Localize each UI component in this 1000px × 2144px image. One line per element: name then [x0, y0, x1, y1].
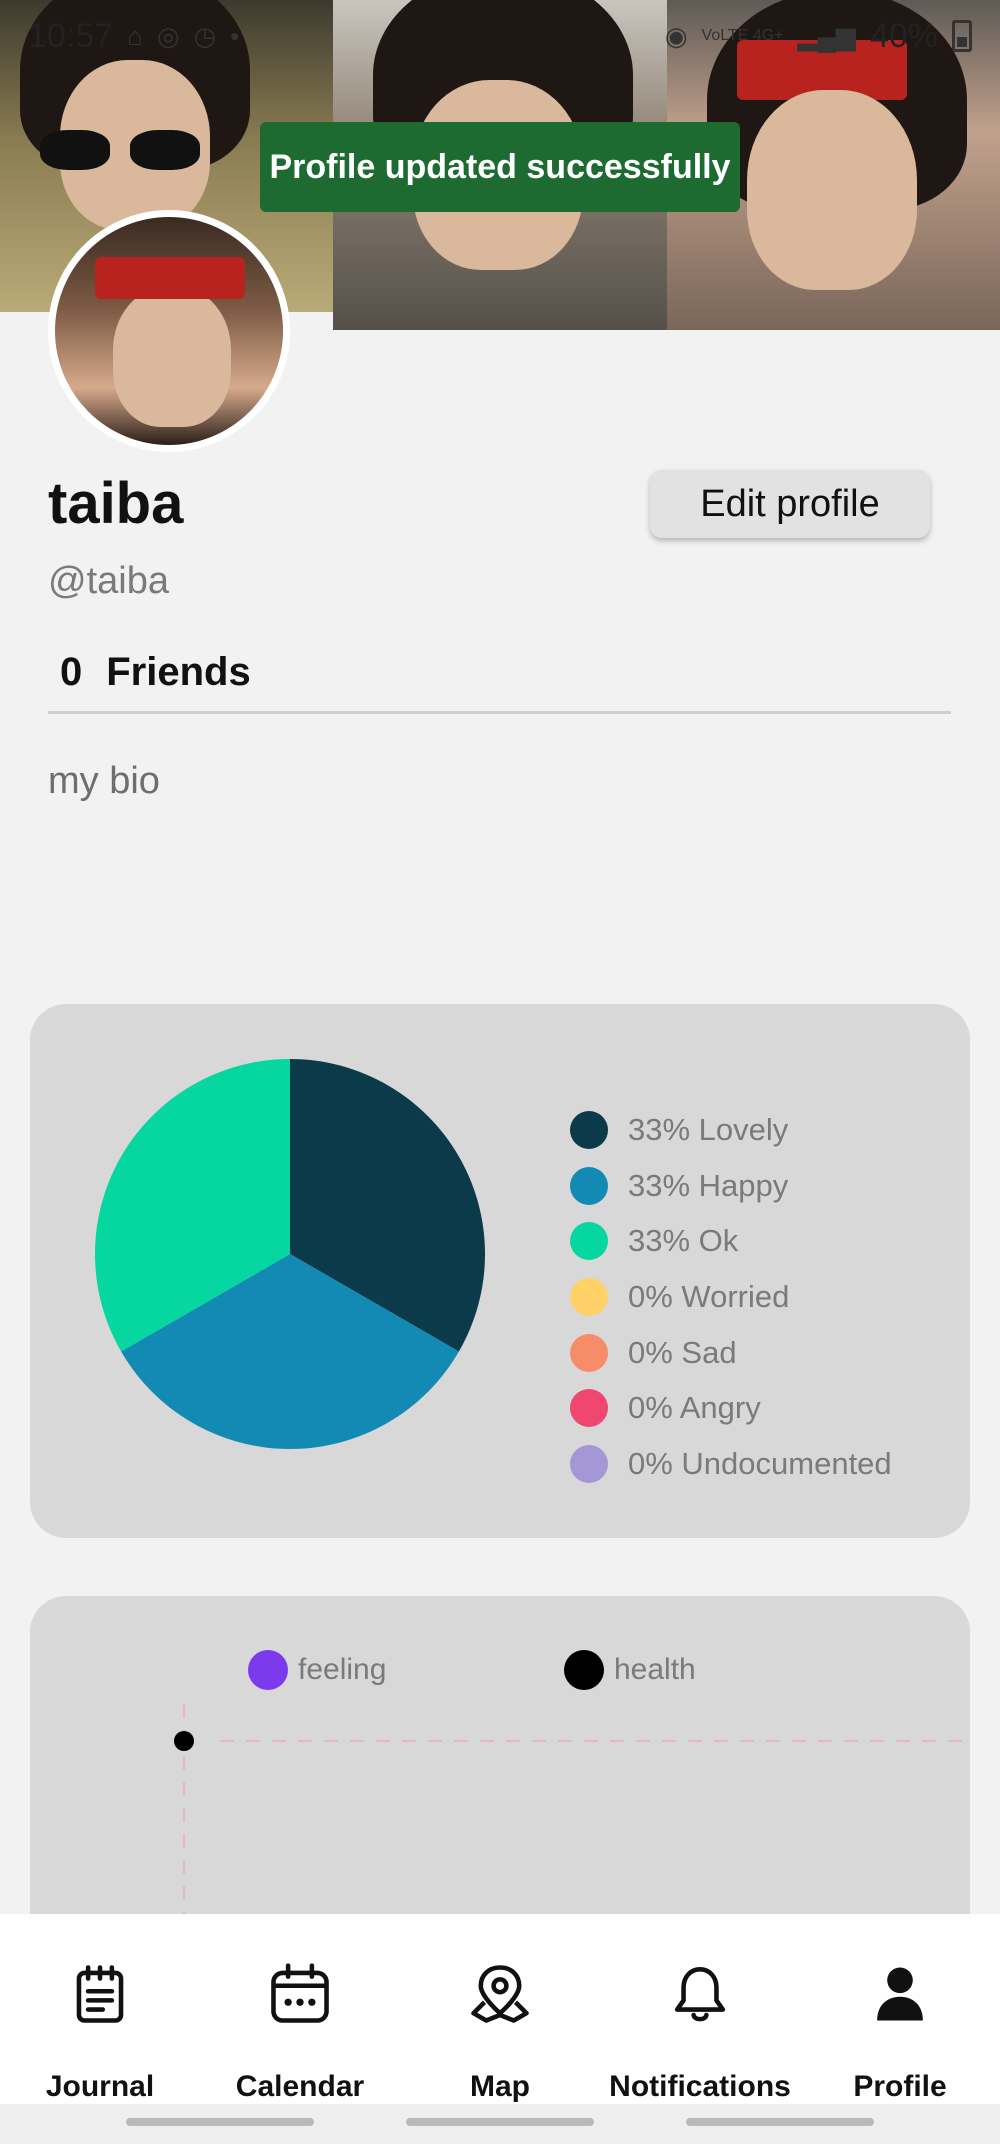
profile-bio: my bio	[48, 760, 160, 802]
legend-label: 33% Lovely	[628, 1111, 789, 1147]
person-icon	[877, 1967, 923, 2021]
nav-calendar[interactable]: Calendar	[200, 1914, 400, 2104]
nav-map[interactable]: Map	[400, 1914, 600, 2104]
legend-label: 0% Undocumented	[628, 1445, 892, 1481]
gesture-pill-left	[126, 2118, 314, 2126]
friends-label: Friends	[106, 650, 251, 694]
nav-journal-label: Journal	[45, 2070, 155, 2103]
legend-label: 0% Sad	[628, 1334, 737, 1370]
legend-dot	[570, 1333, 608, 1372]
avatar[interactable]	[48, 210, 290, 452]
mood-legend: 33% Lovely 33% Happy 33% Ok 0% Worried 0% Sa…	[570, 1102, 892, 1492]
nav-calendar-label: Calendar	[235, 2070, 365, 2103]
calendar-icon	[271, 1963, 329, 2023]
mood-pie-card: 33% Lovely 33% Happy 33% Ok 0% Worried 0% Sa…	[30, 1004, 970, 1538]
legend-item: 33% Lovely	[570, 1102, 892, 1158]
nav-profile[interactable]: Profile	[800, 1914, 1000, 2104]
friends-count-link[interactable]: 0 Friends	[60, 650, 251, 695]
health-data-point	[174, 1731, 194, 1751]
battery-icon	[952, 20, 972, 52]
legend-dot	[570, 1389, 608, 1428]
status-bar: 10:57 ⌂ ◎ ◷ • ◉ VoLTE 4G+ ▂▄▆ 40%	[0, 0, 1000, 72]
network-label: VoLTE 4G+	[701, 27, 784, 44]
bell-icon	[674, 1967, 726, 2022]
signal-icon: ▂▄▆	[797, 20, 856, 51]
bottom-nav: Journal Calendar Map Notifications Profi…	[0, 1914, 1000, 2104]
nav-map-label: Map	[470, 2070, 530, 2103]
divider	[48, 711, 951, 714]
gesture-pill-right	[686, 2118, 874, 2126]
legend-label: 0% Angry	[628, 1390, 761, 1426]
legend-item: 33% Ok	[570, 1213, 892, 1269]
legend-label: 0% Worried	[628, 1278, 790, 1314]
legend-item: 0% Worried	[570, 1269, 892, 1325]
legend-dot	[570, 1444, 608, 1483]
map-pin-icon	[471, 1965, 529, 2023]
legend-label: 33% Happy	[628, 1167, 789, 1203]
legend-item: 33% Happy	[570, 1158, 892, 1214]
nav-journal[interactable]: Journal	[0, 1914, 200, 2104]
profile-handle: @taiba	[48, 560, 169, 602]
success-toast: Profile updated successfully	[260, 122, 740, 212]
legend-item: 0% Angry	[570, 1380, 892, 1436]
legend-dot	[570, 1110, 608, 1149]
journal-icon	[76, 1965, 124, 2023]
profile-name: taiba	[48, 471, 184, 536]
edit-profile-button[interactable]: Edit profile	[650, 470, 930, 538]
legend-dot	[570, 1222, 608, 1261]
legend-dot	[570, 1277, 608, 1316]
sync-status-icon: ◎	[156, 20, 180, 51]
home-status-icon: ⌂	[127, 20, 143, 51]
legend-item: 0% Undocumented	[570, 1436, 892, 1492]
friends-count: 0	[60, 650, 83, 694]
trend-line-chart	[174, 1704, 970, 1916]
gesture-pill-center	[406, 2118, 594, 2126]
timer-status-icon: ◷	[193, 20, 217, 51]
legend-item: 0% Sad	[570, 1325, 892, 1381]
nav-notifications-label: Notifications	[609, 2070, 791, 2103]
mood-pie-chart	[95, 1059, 485, 1449]
battery-percent: 40%	[869, 16, 938, 55]
trend-line-card: feeling health	[30, 1596, 970, 1916]
status-time: 10:57	[28, 16, 114, 55]
system-gesture-bar	[0, 2104, 1000, 2144]
legend-dot	[570, 1166, 608, 1205]
nav-profile-label: Profile	[853, 2070, 947, 2103]
nav-notifications[interactable]: Notifications	[600, 1914, 800, 2104]
legend-label: 33% Ok	[628, 1223, 739, 1259]
hotspot-icon: ◉	[664, 20, 688, 51]
dot-status-icon: •	[230, 20, 240, 51]
